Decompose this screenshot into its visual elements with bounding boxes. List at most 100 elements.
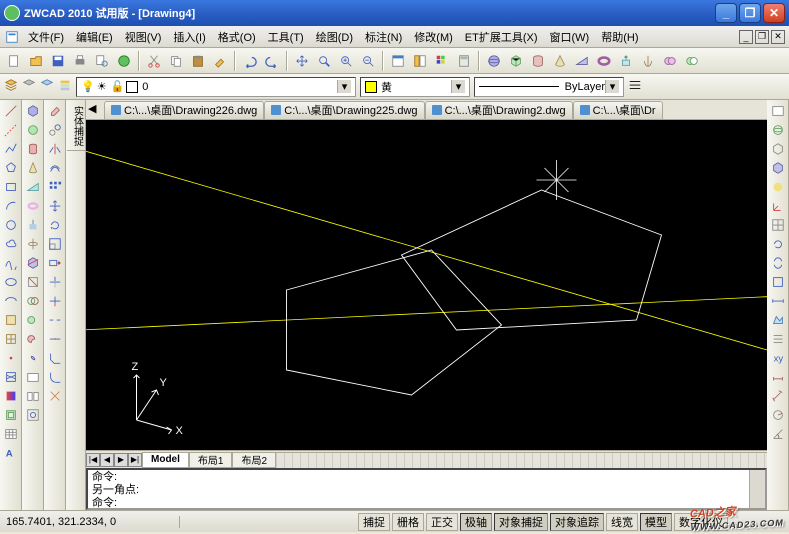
wedge-icon[interactable] [572,51,592,71]
calc-icon[interactable] [454,51,474,71]
redo-icon[interactable] [262,51,282,71]
id-icon[interactable]: xy [769,349,787,367]
table-icon[interactable] [2,425,20,443]
color-combo[interactable]: 黄 ▾ [360,77,470,97]
ortho-toggle[interactable]: 正交 [426,513,458,531]
setup-drawing-icon[interactable] [24,368,42,386]
polyline-icon[interactable] [2,140,20,158]
setup-profile-icon[interactable] [24,406,42,424]
menu-window[interactable]: 窗口(W) [544,27,596,47]
xline-icon[interactable] [2,121,20,139]
dim-linear-icon[interactable] [769,368,787,386]
torus-icon[interactable] [594,51,614,71]
revolve-solid-icon[interactable] [24,235,42,253]
menu-help[interactable]: 帮助(H) [595,27,644,47]
cone-icon[interactable] [550,51,570,71]
menu-file[interactable]: 文件(F) [22,27,70,47]
polygon-icon[interactable] [2,159,20,177]
trim-icon[interactable] [46,273,64,291]
solid-cone-icon[interactable] [24,159,42,177]
fillet-icon[interactable] [46,368,64,386]
tab-nav-first[interactable]: |◀ [86,453,100,467]
otrack-toggle[interactable]: 对象追踪 [550,513,604,531]
maximize-button[interactable]: ❐ [739,3,761,23]
move-icon[interactable] [46,197,64,215]
file-tab[interactable]: C:\...\桌面\Drawing226.dwg [104,101,264,119]
solid-torus-icon[interactable] [24,197,42,215]
mdi-close[interactable]: ✕ [771,30,785,44]
solid-intersect-icon[interactable] [24,349,42,367]
copy-obj-icon[interactable] [46,121,64,139]
section-icon[interactable] [24,273,42,291]
interfere-icon[interactable] [24,292,42,310]
join-icon[interactable] [46,330,64,348]
solid-wedge-icon[interactable] [24,178,42,196]
list-icon[interactable] [769,330,787,348]
menu-format[interactable]: 格式(O) [212,27,262,47]
dim-radius-icon[interactable] [769,406,787,424]
command-line[interactable]: 命令: 另一角点: 命令: [86,468,767,510]
app-menu-icon[interactable] [4,29,20,45]
union-icon[interactable] [660,51,680,71]
box-icon[interactable] [506,51,526,71]
layer-combo[interactable]: 💡 ☀ 🔓 0 ▾ [76,77,356,97]
menu-tools[interactable]: 工具(T) [262,27,310,47]
solid-cylinder-icon[interactable] [24,140,42,158]
dim-angular-icon[interactable] [769,425,787,443]
menu-et-tools[interactable]: ET扩展工具(X) [459,27,544,47]
snap-toggle[interactable]: 捕捉 [358,513,390,531]
mtext-icon[interactable]: A [2,444,20,462]
file-tab[interactable]: C:\...\桌面\Drawing225.dwg [264,101,424,119]
array-icon[interactable] [46,178,64,196]
named-views-icon[interactable] [769,102,787,120]
line-icon[interactable] [2,102,20,120]
regen-icon[interactable] [769,254,787,272]
region-icon[interactable] [2,406,20,424]
menu-draw[interactable]: 绘图(D) [310,27,359,47]
model-tab[interactable]: Model [142,452,189,468]
minimize-button[interactable]: _ [715,3,737,23]
drawing-viewport[interactable]: X Y Z [86,120,767,450]
layer-manager-icon[interactable] [4,78,18,95]
stretch-icon[interactable] [46,254,64,272]
hatch-icon[interactable] [2,368,20,386]
publish-icon[interactable] [114,51,134,71]
extrude-solid-icon[interactable] [24,216,42,234]
redraw-icon[interactable] [769,235,787,253]
mirror-icon[interactable] [46,140,64,158]
model-toggle[interactable]: 模型 [640,513,672,531]
layout-tab[interactable]: 布局2 [232,452,276,468]
revolve-icon[interactable] [638,51,658,71]
dist-icon[interactable] [769,292,787,310]
zoom-window-icon[interactable] [336,51,356,71]
zoom-previous-icon[interactable] [358,51,378,71]
shade-icon[interactable] [769,159,787,177]
hide-icon[interactable] [769,140,787,158]
setup-view-icon[interactable] [24,387,42,405]
layout-tab[interactable]: 布局1 [189,452,233,468]
tab-nav-last[interactable]: ▶| [128,453,142,467]
spline-icon[interactable] [2,254,20,272]
arc-icon[interactable] [2,197,20,215]
extend-icon[interactable] [46,292,64,310]
rotate-icon[interactable] [46,216,64,234]
menu-view[interactable]: 视图(V) [119,27,168,47]
offset-icon[interactable] [46,159,64,177]
cylinder-icon[interactable] [528,51,548,71]
lwt-toggle[interactable]: 线宽 [606,513,638,531]
print-preview-icon[interactable] [92,51,112,71]
linetype-combo[interactable]: ByLayer ▾ [474,77,624,97]
insert-block-icon[interactable] [2,311,20,329]
menu-insert[interactable]: 插入(I) [167,27,211,47]
tab-nav-next[interactable]: ▶ [114,453,128,467]
scale-icon[interactable] [46,235,64,253]
lineweight-icon[interactable] [628,78,642,95]
command-scrollbar[interactable] [749,470,765,508]
solid-box-icon[interactable] [24,102,42,120]
properties-icon[interactable] [388,51,408,71]
break-icon[interactable] [46,311,64,329]
solid-sphere-icon[interactable] [24,121,42,139]
osnap-toggle[interactable]: 对象捕捉 [494,513,548,531]
menu-modify[interactable]: 修改(M) [408,27,459,47]
rectangle-icon[interactable] [2,178,20,196]
